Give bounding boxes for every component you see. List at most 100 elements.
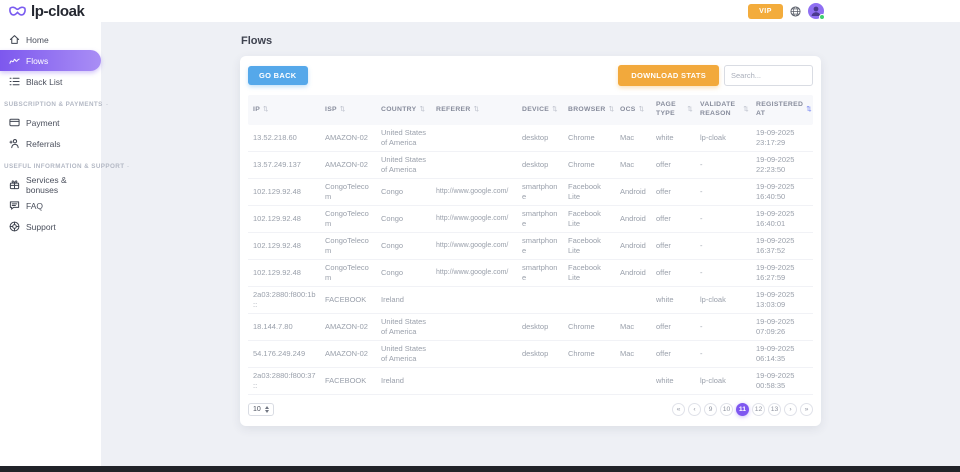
sort-icon[interactable]: ⇅ bbox=[263, 106, 269, 114]
download-stats-button[interactable]: DOWNLOAD STATS bbox=[618, 65, 719, 86]
cell-country: United States of America bbox=[376, 315, 431, 339]
cell-browser: Facebook Lite bbox=[563, 234, 615, 258]
sort-icon[interactable]: ⇅ bbox=[639, 106, 645, 114]
flows-card: GO BACK DOWNLOAD STATS IP⇅ ISP⇅ Country⇅… bbox=[240, 56, 821, 426]
table-row: 13.57.249.137AMAZON-02United States of A… bbox=[248, 152, 813, 179]
page-button-12[interactable]: 12 bbox=[752, 403, 765, 416]
cell-page_type: offer bbox=[651, 212, 695, 226]
sidebar-item-home[interactable]: Home bbox=[0, 29, 101, 50]
cell-browser: Facebook Lite bbox=[563, 261, 615, 285]
table-row: 2a03:2880:f800:1b::FACEBOOKIrelandwhitel… bbox=[248, 287, 813, 314]
next-page-button[interactable]: › bbox=[784, 403, 797, 416]
table-row: 2a03:2880:f800:37::FACEBOOKIrelandwhitel… bbox=[248, 368, 813, 395]
cell-ip: 2a03:2880:f800:1b:: bbox=[248, 288, 320, 312]
payment-icon bbox=[9, 117, 20, 128]
cell-validate_reason: - bbox=[695, 320, 751, 334]
last-page-button[interactable]: » bbox=[800, 403, 813, 416]
page-button-13[interactable]: 13 bbox=[768, 403, 781, 416]
avatar[interactable] bbox=[808, 3, 824, 19]
column-label: ISP bbox=[325, 106, 337, 115]
column-header-ip[interactable]: IP⇅ bbox=[248, 103, 320, 118]
sidebar-item-label: Referrals bbox=[26, 139, 60, 149]
cell-referer: http://www.google.com/ bbox=[431, 185, 517, 198]
sort-icon[interactable]: ⇅ bbox=[340, 106, 346, 114]
sidebar-item-referrals[interactable]: Referrals bbox=[0, 133, 101, 154]
go-back-button[interactable]: GO BACK bbox=[248, 66, 308, 85]
sort-icon[interactable]: ⇅ bbox=[474, 106, 480, 114]
cell-device: desktop bbox=[517, 131, 563, 145]
flows-icon bbox=[9, 55, 20, 66]
sidebar-item-services-bonuses[interactable]: Services & bonuses bbox=[0, 174, 101, 195]
cell-isp: AMAZON-02 bbox=[320, 320, 376, 334]
cell-validate_reason: lp-cloak bbox=[695, 131, 751, 145]
cell-device: smartphone bbox=[517, 234, 563, 258]
sidebar-item-label: Payment bbox=[26, 118, 60, 128]
vip-button[interactable]: VIP bbox=[748, 4, 783, 19]
column-label: Page type bbox=[656, 101, 684, 119]
sort-icon[interactable]: ⇅ bbox=[687, 106, 693, 114]
cell-page_type: offer bbox=[651, 320, 695, 334]
cell-ocs bbox=[615, 379, 651, 383]
cell-registered_at: 19-09-2025 07:09:26 bbox=[751, 315, 813, 339]
cell-registered_at: 19-09-2025 16:27:59 bbox=[751, 261, 813, 285]
sidebar-item-flows[interactable]: Flows bbox=[0, 50, 101, 71]
cell-validate_reason: lp-cloak bbox=[695, 374, 751, 388]
sidebar-item-payment[interactable]: Payment bbox=[0, 112, 101, 133]
sidebar-item-support[interactable]: Support bbox=[0, 216, 101, 237]
column-header-page-type[interactable]: Page type⇅ bbox=[651, 98, 695, 122]
page-size-select[interactable]: 10 bbox=[248, 403, 274, 416]
column-header-device[interactable]: Device⇅ bbox=[517, 103, 563, 118]
sidebar-item-label: Home bbox=[26, 35, 49, 45]
cell-registered_at: 19-09-2025 16:37:52 bbox=[751, 234, 813, 258]
column-header-ocs[interactable]: OCS⇅ bbox=[615, 103, 651, 118]
logo[interactable]: lp-cloak bbox=[9, 3, 84, 20]
cell-referer bbox=[431, 163, 517, 167]
cell-ip: 13.57.249.137 bbox=[248, 158, 320, 172]
cell-ip: 13.52.218.60 bbox=[248, 131, 320, 145]
column-header-validate-reason[interactable]: Validate reason⇅ bbox=[695, 98, 751, 122]
search-input[interactable] bbox=[724, 65, 813, 86]
cell-device bbox=[517, 298, 563, 302]
cell-country: Congo bbox=[376, 239, 431, 253]
page-button-10[interactable]: 10 bbox=[720, 403, 733, 416]
sidebar-item-faq[interactable]: FAQ bbox=[0, 195, 101, 216]
cell-isp: CongoTelecom bbox=[320, 261, 376, 285]
cell-referer bbox=[431, 379, 517, 383]
cell-browser: Chrome bbox=[563, 347, 615, 361]
column-header-browser[interactable]: Browser⇅ bbox=[563, 103, 615, 118]
sort-icon[interactable]: ⇅ bbox=[419, 106, 425, 114]
cell-registered_at: 19-09-2025 13:03:09 bbox=[751, 288, 813, 312]
cell-page_type: white bbox=[651, 293, 695, 307]
sort-icon[interactable]: ⇅ bbox=[609, 106, 615, 114]
cell-ip: 2a03:2880:f800:37:: bbox=[248, 369, 320, 393]
cell-country: Congo bbox=[376, 185, 431, 199]
cell-validate_reason: - bbox=[695, 239, 751, 253]
prev-page-button[interactable]: ‹ bbox=[688, 403, 701, 416]
sort-icon[interactable]: ⇅ bbox=[743, 106, 749, 114]
cell-page_type: offer bbox=[651, 158, 695, 172]
column-header-country[interactable]: Country⇅ bbox=[376, 103, 431, 118]
referrals-icon bbox=[9, 138, 20, 149]
first-page-button[interactable]: « bbox=[672, 403, 685, 416]
column-label: OCS bbox=[620, 106, 636, 115]
sort-icon-active[interactable]: ⇅ bbox=[806, 106, 812, 114]
globe-icon[interactable] bbox=[790, 6, 801, 17]
cell-isp: CongoTelecom bbox=[320, 180, 376, 204]
cell-ip: 102.129.92.48 bbox=[248, 212, 320, 226]
sidebar: Home Flows Black List Subscription & pay… bbox=[0, 22, 101, 466]
sort-icon[interactable]: ⇅ bbox=[552, 106, 558, 114]
column-header-referer[interactable]: Referer⇅ bbox=[431, 103, 517, 118]
page-button-11[interactable]: 11 bbox=[736, 403, 749, 416]
page-button-9[interactable]: 9 bbox=[704, 403, 717, 416]
cell-device: smartphone bbox=[517, 180, 563, 204]
column-header-isp[interactable]: ISP⇅ bbox=[320, 103, 376, 118]
topbar-right: VIP bbox=[748, 3, 824, 19]
cell-browser bbox=[563, 379, 615, 383]
support-icon bbox=[9, 221, 20, 232]
column-header-registered-at[interactable]: Registered at⇅ bbox=[751, 98, 813, 122]
cell-browser: Chrome bbox=[563, 320, 615, 334]
cell-ip: 102.129.92.48 bbox=[248, 266, 320, 280]
cell-isp: FACEBOOK bbox=[320, 374, 376, 388]
sidebar-item-black-list[interactable]: Black List bbox=[0, 71, 101, 92]
column-label: Validate reason bbox=[700, 101, 740, 119]
